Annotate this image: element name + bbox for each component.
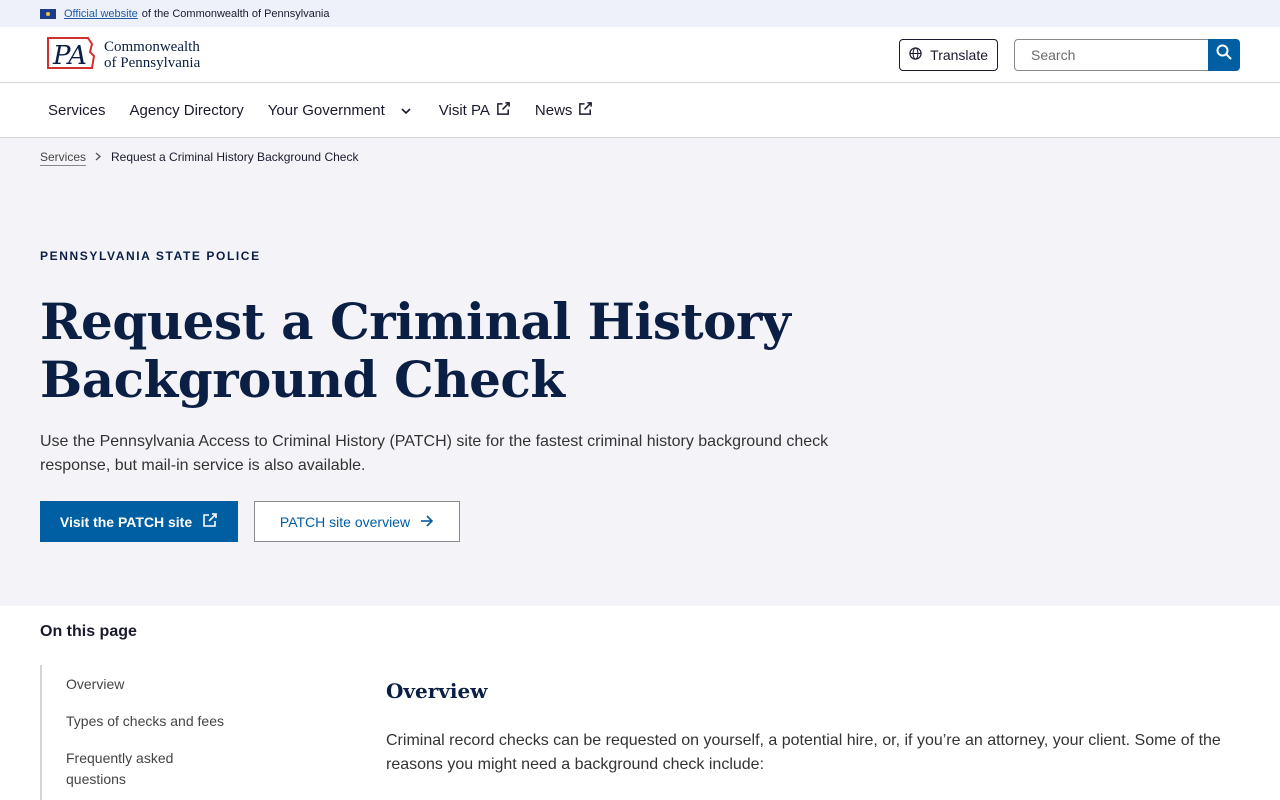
patch-overview-label: PATCH site overview xyxy=(279,513,411,530)
flag-icon xyxy=(40,8,56,19)
banner-text: of the Commonwealth of Pennsylvania xyxy=(141,7,330,20)
logo-line2: of Pennsylvania xyxy=(104,54,201,71)
pa-logo-icon: PA xyxy=(44,34,96,76)
nav-visit-pa[interactable]: Visit PA xyxy=(439,101,511,120)
nav-news-label: News xyxy=(534,101,573,119)
agency-label: PENNSYLVANIA STATE POLICE xyxy=(40,249,261,263)
nav-agency-directory[interactable]: Agency Directory xyxy=(130,102,244,119)
site-logo[interactable]: PA Commonwealth of Pennsylvania xyxy=(44,34,200,76)
page-lede: Use the Pennsylvania Access to Criminal … xyxy=(40,433,829,474)
search-input[interactable] xyxy=(1014,38,1208,71)
search-icon xyxy=(1216,44,1232,65)
table-of-contents: Overview Types of checks and fees Freque… xyxy=(40,665,260,800)
site-header: PA Commonwealth of Pennsylvania Translat… xyxy=(0,27,1280,83)
search-button[interactable] xyxy=(1208,38,1240,71)
breadcrumb-services-link[interactable]: Services xyxy=(40,150,86,164)
nav-visit-pa-label: Visit PA xyxy=(438,101,490,119)
nav-services[interactable]: Services xyxy=(48,102,106,119)
on-this-page-heading: On this page xyxy=(40,623,137,640)
overview-heading: Overview xyxy=(386,679,488,703)
patch-overview-button[interactable]: PATCH site overview xyxy=(254,501,460,542)
toc-item-overview[interactable]: Overview xyxy=(66,674,260,695)
chevron-down-icon xyxy=(401,102,411,119)
translate-button[interactable]: Translate xyxy=(899,38,998,71)
main-nav: Services Agency Directory Your Governmen… xyxy=(0,83,1280,138)
translate-label: Translate xyxy=(930,46,988,63)
official-website-link[interactable]: Official website xyxy=(64,8,138,20)
external-link-icon xyxy=(202,512,218,531)
visit-patch-label: Visit the PATCH site xyxy=(59,513,193,530)
search-form xyxy=(1014,38,1240,71)
globe-icon xyxy=(909,46,922,63)
overview-text: Criminal record checks can be requested … xyxy=(386,732,1221,773)
visit-patch-button[interactable]: Visit the PATCH site xyxy=(40,501,238,542)
svg-text:PA: PA xyxy=(52,41,87,71)
hero-section: Services Request a Criminal History Back… xyxy=(0,138,1280,606)
toc-item-faq[interactable]: Frequently asked questions xyxy=(66,748,206,790)
page-title: Request a Criminal History Background Ch… xyxy=(40,292,791,409)
nav-your-government[interactable]: Your Government xyxy=(268,102,411,119)
breadcrumb: Services Request a Criminal History Back… xyxy=(40,138,1240,164)
official-banner: Official website of the Commonwealth of … xyxy=(0,0,1280,27)
breadcrumb-current: Request a Criminal History Background Ch… xyxy=(111,150,359,164)
chevron-right-icon xyxy=(95,150,102,164)
toc-item-types-of-checks[interactable]: Types of checks and fees xyxy=(66,711,260,732)
logo-line1: Commonwealth xyxy=(104,38,200,55)
external-link-icon xyxy=(578,101,593,120)
arrow-right-icon xyxy=(420,514,434,530)
external-link-icon xyxy=(496,101,511,120)
nav-news[interactable]: News xyxy=(535,101,594,120)
nav-your-government-label: Your Government xyxy=(267,101,385,119)
